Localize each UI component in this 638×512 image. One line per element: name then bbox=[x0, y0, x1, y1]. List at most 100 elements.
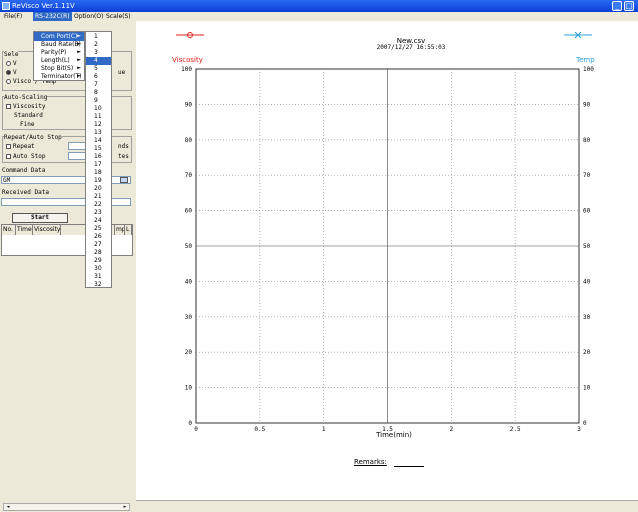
y-tick-label-left: 80 bbox=[185, 137, 193, 144]
y-tick-label-right: 20 bbox=[583, 349, 591, 356]
menu-item-com-port-label: Com Port(C) bbox=[41, 33, 78, 40]
status-bar bbox=[136, 500, 638, 512]
select-group-title: Sele bbox=[4, 51, 19, 58]
port-item[interactable]: 11 bbox=[86, 113, 111, 121]
x-axis-label: Time(min) bbox=[376, 431, 412, 439]
fine-label: Fine bbox=[20, 121, 35, 128]
table-col-no: No. bbox=[2, 225, 16, 235]
y-tick-label-right: 80 bbox=[583, 137, 591, 144]
port-item[interactable]: 27 bbox=[86, 241, 111, 249]
port-item[interactable]: 2 bbox=[86, 41, 111, 49]
plot-area: New.csv 2007/12/27 16:55:03 Viscosity Te… bbox=[136, 21, 638, 500]
received-data-title: Received Data bbox=[2, 189, 49, 196]
horizontal-scrollbar[interactable]: ◄ ► bbox=[3, 503, 130, 511]
menu-rs232c[interactable]: RS-232C(R) bbox=[33, 12, 72, 21]
port-item[interactable]: 8 bbox=[86, 89, 111, 97]
repeat-title: Repeat/Auto Stop bbox=[4, 134, 62, 141]
port-item[interactable]: 14 bbox=[86, 137, 111, 145]
port-item[interactable]: 32 bbox=[86, 281, 111, 289]
app-icon bbox=[2, 2, 10, 10]
port-item[interactable]: 25 bbox=[86, 225, 111, 233]
x-tick-label: 3 bbox=[577, 426, 581, 433]
menu-item-length-label: Length(L) bbox=[41, 57, 70, 64]
rs232c-dropdown-menu: Com Port(C) ► Baud Rate(B) ► Parity(P) ► Le… bbox=[33, 31, 85, 81]
port-item[interactable]: 30 bbox=[86, 265, 111, 273]
port-item[interactable]: 24 bbox=[86, 217, 111, 225]
y-tick-label-right: 90 bbox=[583, 101, 591, 108]
menu-item-terminator[interactable]: Terminator(T) ► bbox=[34, 72, 84, 81]
y-tick-label-right: 10 bbox=[583, 385, 591, 392]
auto-stop-checkbox[interactable] bbox=[6, 154, 11, 159]
port-item[interactable]: 28 bbox=[86, 249, 111, 257]
port-item[interactable]: 3 bbox=[86, 49, 111, 57]
port-item[interactable]: 12 bbox=[86, 121, 111, 129]
port-item[interactable]: 9 bbox=[86, 97, 111, 105]
x-tick-label: 1 bbox=[322, 426, 326, 433]
viscosity-checkbox[interactable] bbox=[6, 104, 11, 109]
port-item[interactable]: 7 bbox=[86, 81, 111, 89]
start-button[interactable]: Start bbox=[12, 213, 68, 223]
menu-item-stop-bit-label: Stop Bit(S) bbox=[41, 65, 74, 72]
menu-item-parity-label: Parity(P) bbox=[41, 49, 67, 56]
port-item[interactable]: 20 bbox=[86, 185, 111, 193]
y-tick-label-right: 30 bbox=[583, 314, 591, 321]
scroll-left-icon[interactable]: ◄ bbox=[4, 504, 12, 510]
com-port-submenu: 1 2 3 4 5 6 7 8 9 10 11 12 13 14 15 16 17 18 19 20 21 22 23 24 2… bbox=[85, 31, 112, 288]
chart-svg: 0 0.5 1 1.5 2 2.5 30 010 1020 2030 3040 4050 5060 607… bbox=[181, 66, 594, 433]
remarks-line bbox=[394, 466, 424, 467]
port-item[interactable]: 19 bbox=[86, 177, 111, 185]
auto-stop-unit-label: tes bbox=[118, 153, 129, 160]
port-item[interactable]: 17 bbox=[86, 161, 111, 169]
port-item[interactable]: 16 bbox=[86, 153, 111, 161]
repeat-checkbox[interactable] bbox=[6, 144, 11, 149]
remarks-label: Remarks: bbox=[354, 458, 387, 466]
maximize-button[interactable]: □ bbox=[624, 1, 634, 11]
port-item[interactable]: 13 bbox=[86, 129, 111, 137]
port-item[interactable]: 21 bbox=[86, 193, 111, 201]
x-tick-label: 2 bbox=[450, 426, 454, 433]
port-item[interactable]: 6 bbox=[86, 73, 111, 81]
port-item[interactable]: 23 bbox=[86, 209, 111, 217]
radio-visco-temp-2[interactable] bbox=[6, 79, 11, 84]
scroll-right-icon[interactable]: ► bbox=[121, 504, 129, 510]
port-item[interactable]: 15 bbox=[86, 145, 111, 153]
port-item[interactable]: 31 bbox=[86, 273, 111, 281]
port-item[interactable]: 29 bbox=[86, 257, 111, 265]
radio-visco-temp[interactable] bbox=[6, 70, 11, 75]
auto-scaling-title: Auto-Scaling bbox=[4, 94, 48, 101]
data-table: No. Time Viscosity mp L bbox=[1, 224, 133, 256]
port-item[interactable]: 18 bbox=[86, 169, 111, 177]
terminator-arrow-icon: ► bbox=[77, 73, 81, 79]
menu-file[interactable]: File(F) bbox=[2, 12, 24, 21]
y-tick-label-left: 100 bbox=[181, 66, 192, 73]
minimize-button[interactable]: _ bbox=[612, 1, 622, 11]
y-tick-label-left: 40 bbox=[185, 278, 193, 285]
title-bar: ReVisco Ver.1.11V _ □ bbox=[0, 0, 638, 12]
port-item[interactable]: 26 bbox=[86, 233, 111, 241]
command-dropdown-button[interactable] bbox=[120, 177, 128, 183]
y-tick-label-left: 0 bbox=[188, 420, 192, 427]
y-tick-label-left: 90 bbox=[185, 101, 193, 108]
y-tick-label-left: 10 bbox=[185, 385, 193, 392]
table-header: No. Time Viscosity mp L bbox=[2, 225, 132, 235]
port-item[interactable]: 4 bbox=[86, 57, 111, 65]
y-tick-label-left: 30 bbox=[185, 314, 193, 321]
menu-option[interactable]: Option(O) bbox=[72, 12, 105, 21]
port-item[interactable]: 1 bbox=[86, 33, 111, 41]
y-tick-label-right: 50 bbox=[583, 243, 591, 250]
y-tick-label-right: 60 bbox=[583, 208, 591, 215]
left-panel: Sele V V ue Visco / Temp Auto-Scaling Vi… bbox=[0, 21, 134, 512]
port-item[interactable]: 10 bbox=[86, 105, 111, 113]
radio-visco[interactable] bbox=[6, 61, 11, 66]
y-tick-label-left: 50 bbox=[185, 243, 193, 250]
menu-scale[interactable]: Scale(S) bbox=[104, 12, 133, 21]
radio-visco-temp-label: V bbox=[13, 69, 17, 76]
port-item[interactable]: 22 bbox=[86, 201, 111, 209]
y-tick-label-right: 0 bbox=[583, 420, 587, 427]
select-side-label: ue bbox=[118, 69, 126, 76]
port-item[interactable]: 5 bbox=[86, 65, 111, 73]
table-col-time: Time bbox=[17, 225, 33, 235]
y-tick-label-right: 70 bbox=[583, 172, 591, 179]
menu-item-baud-rate-label: Baud Rate(B) bbox=[41, 41, 81, 48]
x-tick-label: 2.5 bbox=[510, 426, 521, 433]
